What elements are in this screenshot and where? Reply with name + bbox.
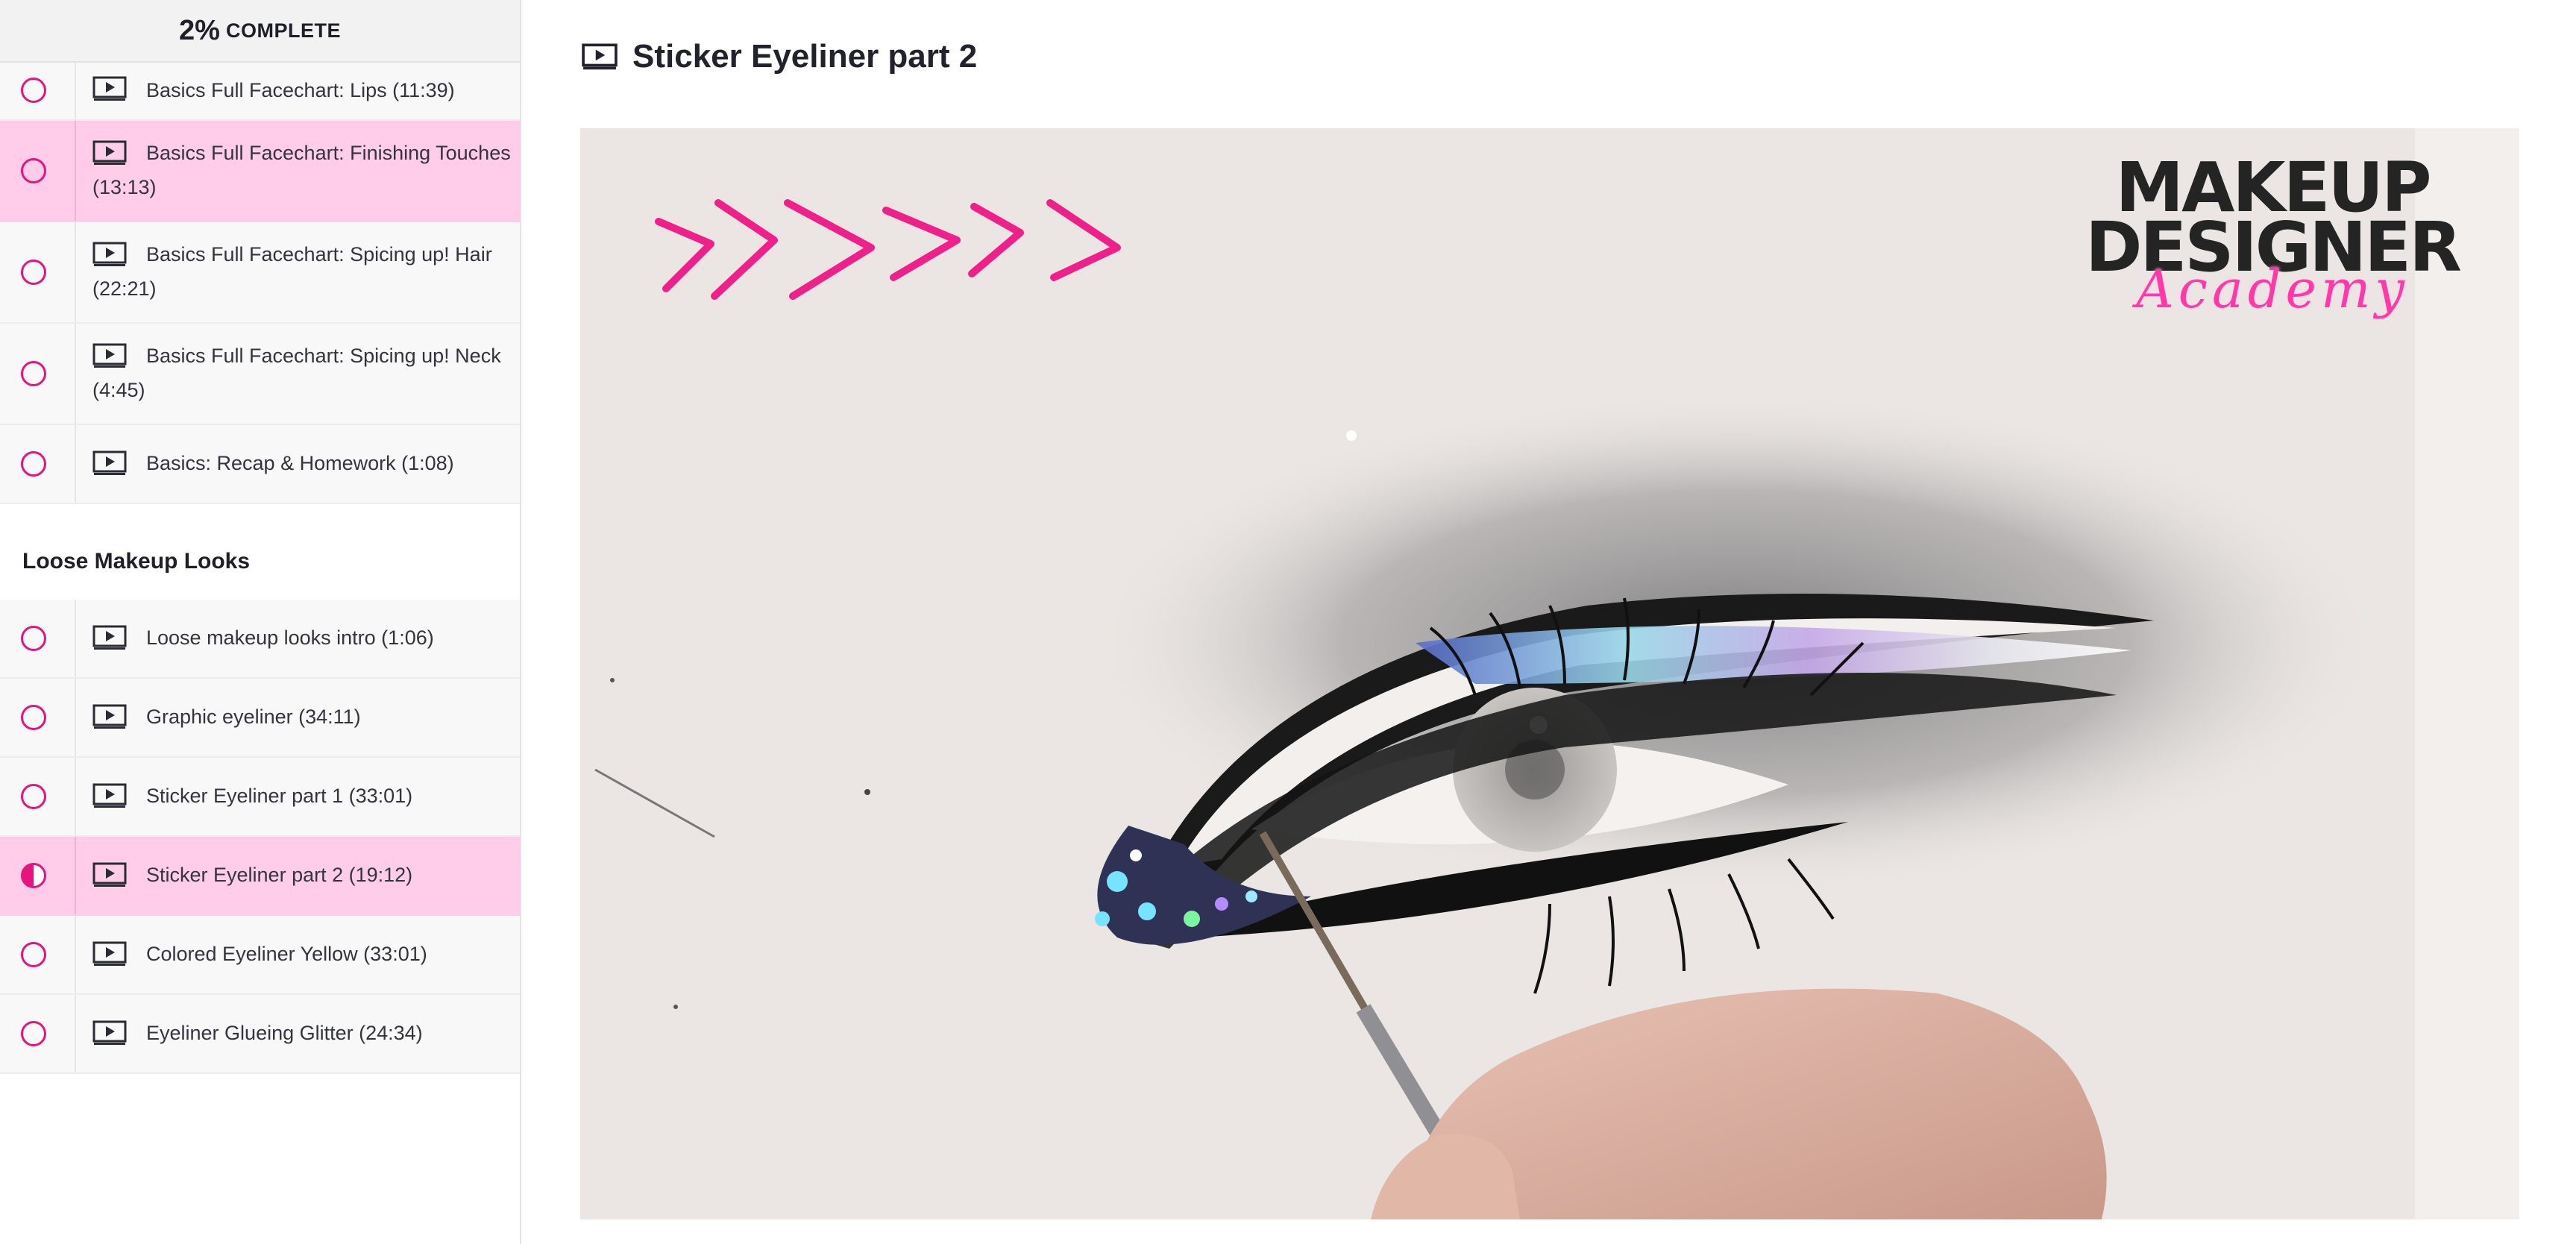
lecture-title-heading: Sticker Eyeliner part 2 bbox=[632, 38, 978, 75]
video-icon bbox=[582, 43, 618, 70]
lecture-title: Basics: Recap & Homework (1:08) bbox=[146, 452, 454, 474]
section-title: Loose Makeup Looks bbox=[22, 549, 251, 574]
incomplete-circle-icon bbox=[21, 942, 46, 967]
incomplete-circle-icon bbox=[21, 78, 46, 103]
lecture-title: Colored Eyeliner Yellow (33:01) bbox=[146, 943, 427, 965]
logo-line-3: Academy bbox=[2136, 259, 2409, 320]
incomplete-circle-icon bbox=[21, 361, 46, 386]
incomplete-circle-icon bbox=[21, 705, 46, 730]
lecture-title: Graphic eyeliner (34:11) bbox=[146, 706, 361, 728]
lecture-item-active[interactable]: Sticker Eyeliner part 2 (19:12) bbox=[0, 837, 520, 916]
lecture-item[interactable]: Basics Full Facechart: Lips (11:39) bbox=[0, 61, 520, 121]
lecture-title: Basics Full Facechart: Finishing Touches… bbox=[92, 142, 511, 198]
lecture-title: Basics Full Facechart: Lips (11:39) bbox=[146, 79, 455, 101]
lecture-item[interactable]: Loose makeup looks intro (1:06) bbox=[0, 600, 520, 679]
lecture-title: Sticker Eyeliner part 1 (33:01) bbox=[146, 785, 413, 807]
lecture-header: Sticker Eyeliner part 2 bbox=[582, 33, 977, 81]
course-progress: 2% COMPLETE bbox=[0, 0, 520, 63]
lecture-title: Loose makeup looks intro (1:06) bbox=[146, 626, 434, 649]
lecture-item[interactable]: Basics Full Facechart: Spicing up! Neck … bbox=[0, 324, 520, 425]
incomplete-circle-icon bbox=[21, 260, 46, 285]
incomplete-circle-icon bbox=[21, 784, 46, 809]
lecture-item[interactable]: Eyeliner Glueing Glitter (24:34) bbox=[0, 995, 520, 1074]
lecture-title: Basics Full Facechart: Spicing up! Neck … bbox=[92, 345, 501, 401]
incomplete-circle-icon bbox=[21, 158, 46, 183]
lecture-item[interactable]: Sticker Eyeliner part 1 (33:01) bbox=[0, 758, 520, 837]
incomplete-circle-icon bbox=[21, 451, 46, 477]
progress-label: COMPLETE bbox=[225, 19, 341, 42]
incomplete-circle-icon bbox=[21, 1021, 46, 1046]
incomplete-circle-icon bbox=[21, 626, 46, 651]
brand-logo: MAKEUP DESIGNER Academy bbox=[2085, 154, 2462, 320]
lecture-title: Sticker Eyeliner part 2 (19:12) bbox=[146, 864, 413, 886]
lecture-item[interactable]: Basics: Recap & Homework (1:08) bbox=[0, 425, 520, 504]
lecture-item[interactable]: Graphic eyeliner (34:11) bbox=[0, 679, 520, 758]
lecture-item[interactable]: Basics Full Facechart: Finishing Touches… bbox=[0, 121, 520, 222]
lecture-item[interactable]: Basics Full Facechart: Spicing up! Hair … bbox=[0, 222, 520, 324]
lecture-item[interactable]: Colored Eyeliner Yellow (33:01) bbox=[0, 916, 520, 995]
course-sidebar: Basics Full Facechart: Lips (11:39) Basi… bbox=[0, 0, 521, 1244]
in-progress-circle-icon bbox=[21, 863, 46, 888]
progress-percent: 2% bbox=[179, 14, 220, 46]
video-player[interactable]: MAKEUP DESIGNER Academy bbox=[580, 128, 2519, 1219]
lecture-title: Eyeliner Glueing Glitter (24:34) bbox=[146, 1022, 423, 1044]
lecture-title: Basics Full Facechart: Spicing up! Hair … bbox=[92, 243, 492, 300]
